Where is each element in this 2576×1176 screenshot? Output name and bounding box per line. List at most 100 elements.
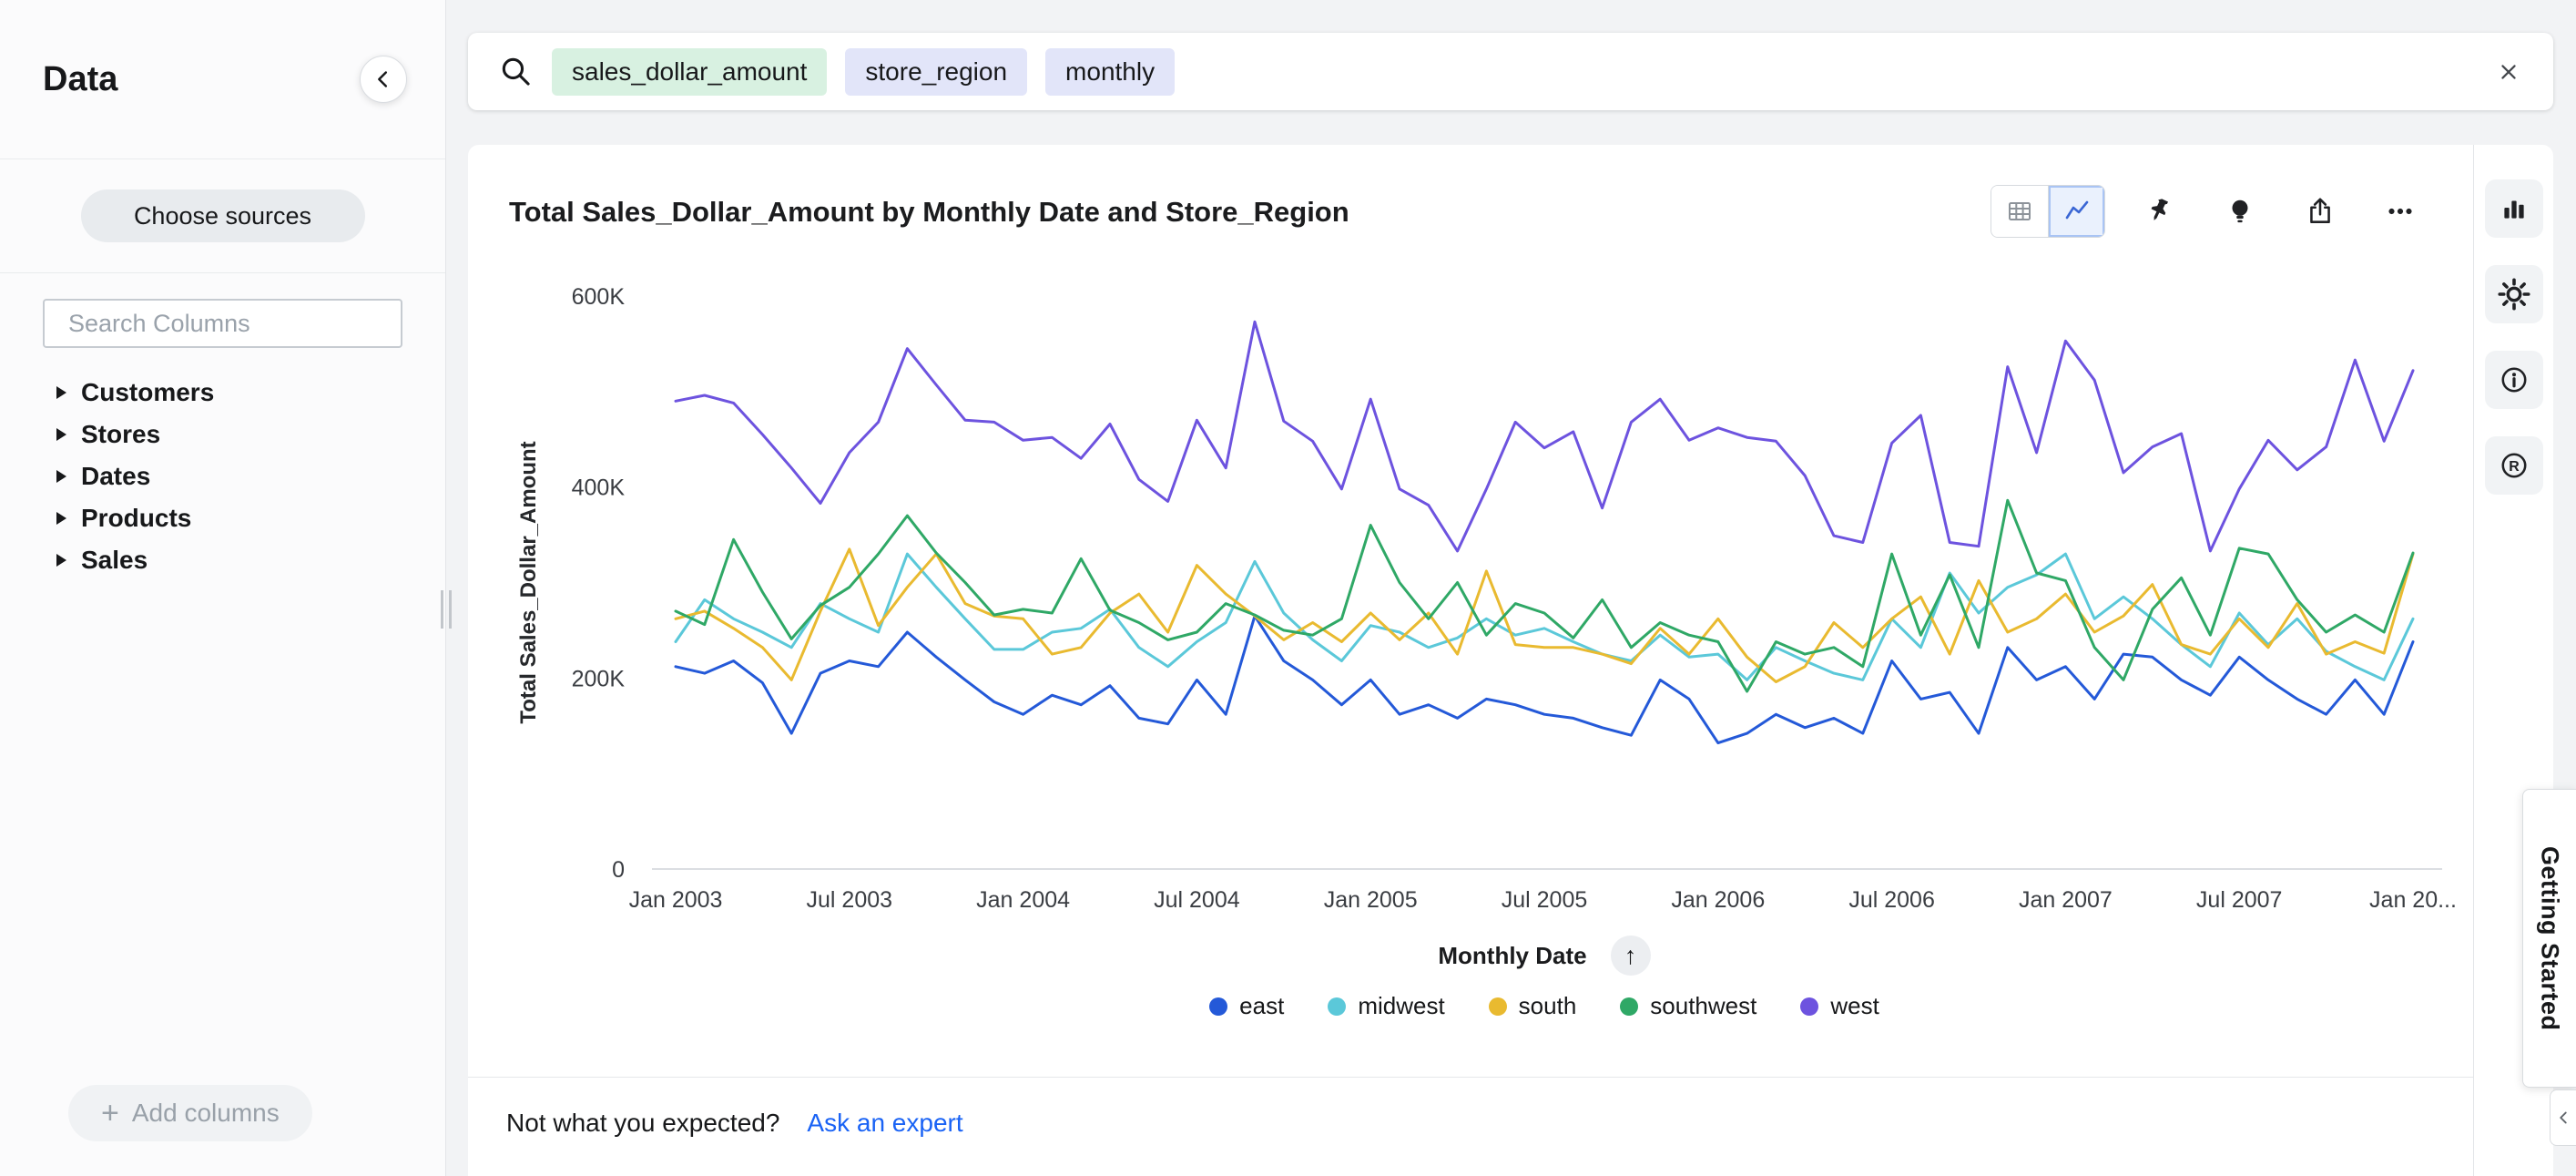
getting-started-tab[interactable]: Getting Started: [2522, 789, 2576, 1088]
y-tick-label: 400K: [572, 476, 626, 501]
pin-icon: [2144, 196, 2175, 227]
more-options-button[interactable]: [2375, 186, 2426, 237]
x-tick-label: Jan 2004: [976, 887, 1070, 913]
legend-label: midwest: [1358, 992, 1444, 1020]
r-analysis-button[interactable]: R: [2485, 436, 2543, 495]
line-chart-icon: [2062, 197, 2092, 226]
table-view-button[interactable]: [1991, 186, 2048, 237]
sources-row: Choose sources: [0, 159, 445, 273]
legend-item-south[interactable]: south: [1489, 992, 1577, 1020]
series-line-midwest: [676, 554, 2413, 680]
legend-dot: [1328, 997, 1346, 1016]
expand-caret-icon: [56, 470, 66, 483]
legend-label: east: [1239, 992, 1284, 1020]
chevron-left-icon: [2553, 1108, 2573, 1128]
tree-item-label: Customers: [81, 378, 214, 407]
x-tick-label: Jul 2003: [807, 887, 893, 913]
choose-sources-button[interactable]: Choose sources: [81, 189, 365, 242]
tree-item-stores[interactable]: Stores: [0, 414, 445, 455]
legend-item-midwest[interactable]: midwest: [1328, 992, 1444, 1020]
column-search: [43, 299, 402, 348]
x-tick-label: Jan 2007: [2019, 887, 2113, 913]
tree-item-dates[interactable]: Dates: [0, 455, 445, 497]
plus-icon: +: [101, 1098, 119, 1129]
chart-view-button[interactable]: [2048, 186, 2104, 237]
legend-item-east[interactable]: east: [1209, 992, 1284, 1020]
share-button[interactable]: [2295, 186, 2346, 237]
tree-item-sales[interactable]: Sales: [0, 539, 445, 581]
y-tick-label: 600K: [572, 284, 626, 310]
expand-caret-icon: [56, 428, 66, 441]
insights-button[interactable]: [2215, 186, 2265, 237]
tree-item-products[interactable]: Products: [0, 497, 445, 539]
series-line-west: [676, 322, 2413, 551]
legend-label: west: [1830, 992, 1879, 1020]
bar-chart-icon: [2499, 193, 2530, 224]
collapse-getting-started-button[interactable]: [2550, 1089, 2576, 1146]
column-tree: Customers Stores Dates Products Sales: [0, 372, 445, 581]
search-bar: sales_dollar_amount store_region monthly: [468, 33, 2553, 110]
clear-search-button[interactable]: [2495, 58, 2522, 86]
tree-item-customers[interactable]: Customers: [0, 372, 445, 414]
chart-title: Total Sales_Dollar_Amount by Monthly Dat…: [509, 196, 1349, 229]
legend-dot: [1489, 997, 1507, 1016]
search-token-store-region[interactable]: store_region: [845, 48, 1027, 96]
data-panel: Data Choose sources Customers Stores Dat…: [0, 0, 446, 1176]
search-token-monthly[interactable]: monthly: [1045, 48, 1175, 96]
x-tick-label: Jul 2004: [1154, 887, 1240, 913]
legend-item-west[interactable]: west: [1800, 992, 1879, 1020]
x-tick-label: Jan 20...: [2369, 887, 2457, 913]
share-icon: [2305, 196, 2336, 227]
series-line-south: [676, 549, 2413, 682]
getting-started-label: Getting Started: [2536, 846, 2564, 1031]
collapse-panel-button[interactable]: [360, 56, 407, 103]
tree-item-label: Dates: [81, 462, 150, 491]
chart-legend: east midwest south southwest west: [676, 992, 2413, 1020]
x-tick-label: Jan 2005: [1324, 887, 1418, 913]
column-search-input[interactable]: [68, 310, 391, 338]
search-icon: [499, 55, 534, 89]
tree-item-label: Stores: [81, 420, 160, 449]
y-tick-label: 200K: [572, 666, 626, 691]
answer-surface: Total Sales_Dollar_Amount by Monthly Dat…: [468, 145, 2553, 1176]
sort-ascending-button[interactable]: ↑: [1611, 936, 1651, 976]
add-columns-label: Add columns: [132, 1099, 280, 1128]
chevron-left-icon: [370, 66, 397, 93]
legend-item-southwest[interactable]: southwest: [1620, 992, 1756, 1020]
x-axis-title: Monthly Date: [1438, 942, 1586, 970]
info-button[interactable]: [2485, 351, 2543, 409]
legend-label: south: [1519, 992, 1577, 1020]
add-columns-button[interactable]: + Add columns: [68, 1085, 312, 1141]
ellipsis-icon: [2383, 194, 2418, 229]
svg-text:R: R: [2509, 459, 2520, 475]
series-line-southwest: [676, 500, 2413, 691]
expand-caret-icon: [56, 386, 66, 399]
tree-item-label: Sales: [81, 546, 148, 575]
y-axis-title: Total Sales_Dollar_Amount: [516, 441, 541, 723]
gear-icon: [2498, 278, 2530, 311]
info-icon: [2499, 364, 2530, 395]
pin-button[interactable]: [2134, 186, 2185, 237]
ask-expert-link[interactable]: Ask an expert: [807, 1109, 962, 1138]
answer-footer: Not what you expected? Ask an expert: [468, 1077, 2473, 1138]
configure-chart-button[interactable]: [2485, 265, 2543, 323]
x-tick-label: Jan 2006: [1671, 887, 1765, 913]
chart-toolbar: [1991, 185, 2426, 238]
table-icon: [2005, 197, 2034, 226]
series-line-east: [676, 616, 2413, 742]
panel-title: Data: [43, 60, 117, 99]
footer-question: Not what you expected?: [506, 1109, 779, 1138]
lightbulb-icon: [2225, 196, 2255, 227]
close-icon: [2495, 58, 2522, 86]
change-visualization-button[interactable]: [2485, 179, 2543, 238]
legend-dot: [1209, 997, 1227, 1016]
data-panel-header: Data: [0, 0, 445, 159]
expand-caret-icon: [56, 512, 66, 525]
expand-caret-icon: [56, 554, 66, 567]
search-token-sales-dollar-amount[interactable]: sales_dollar_amount: [552, 48, 827, 96]
tree-item-label: Products: [81, 504, 191, 533]
x-tick-label: Jan 2003: [629, 887, 723, 913]
panel-resize-handle[interactable]: [441, 590, 452, 629]
legend-dot: [1620, 997, 1638, 1016]
legend-label: southwest: [1650, 992, 1756, 1020]
